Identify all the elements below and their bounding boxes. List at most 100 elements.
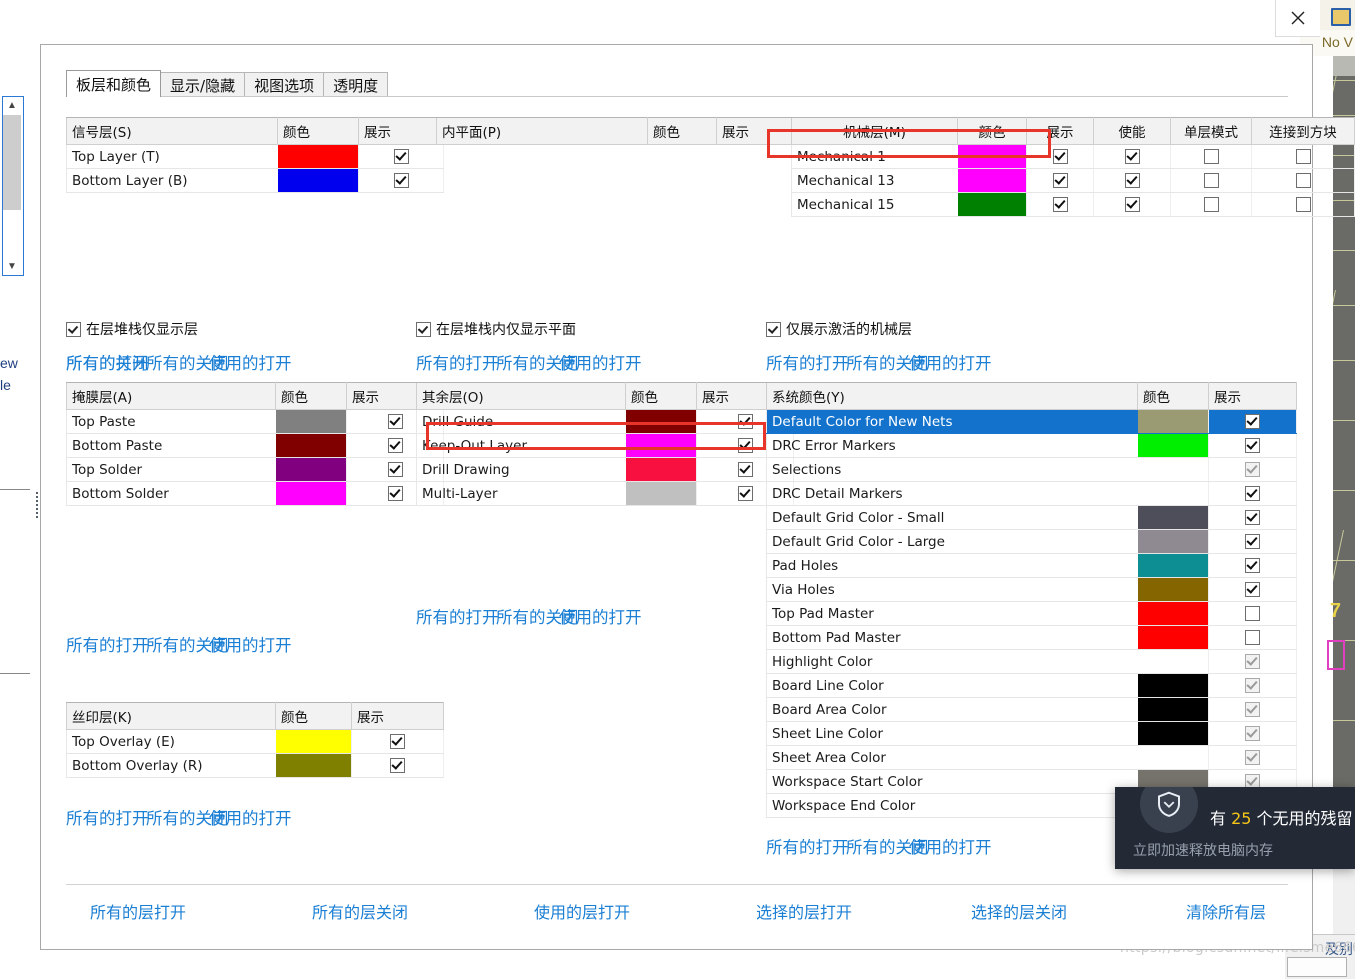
checkbox[interactable] [1245, 654, 1260, 669]
checkbox[interactable] [737, 414, 753, 429]
color-swatch[interactable] [625, 482, 696, 505]
color-swatch[interactable] [1138, 650, 1209, 673]
layer-enable-cell[interactable] [1093, 144, 1171, 169]
system-color-show-cell[interactable] [1208, 433, 1297, 458]
layer-color-cell[interactable] [625, 457, 697, 482]
system-color-cell[interactable] [1137, 721, 1209, 746]
color-swatch[interactable] [1137, 602, 1208, 625]
color-swatch[interactable] [1137, 530, 1208, 553]
layer-show-cell[interactable] [358, 144, 444, 169]
system-color-cell[interactable] [1137, 457, 1209, 482]
bottom-link-5[interactable]: 清除所有层 [1186, 899, 1266, 923]
layer-color-cell[interactable] [957, 168, 1027, 193]
system-color-cell[interactable] [1137, 673, 1209, 698]
checkbox[interactable] [1245, 534, 1260, 549]
table-row[interactable]: DRC Detail Markers [766, 481, 1297, 506]
board-icon[interactable] [1331, 8, 1351, 26]
color-swatch[interactable] [1138, 458, 1209, 481]
system-color-show-cell[interactable] [1208, 745, 1297, 770]
checkbox[interactable] [1203, 197, 1219, 212]
link-all-on[interactable]: 所有的打开 [66, 805, 149, 829]
link-used-on[interactable]: 使用的打开 [209, 350, 292, 374]
color-swatch[interactable] [1137, 506, 1208, 529]
table-row[interactable]: Top Layer (T) [66, 144, 444, 169]
link-all-on[interactable]: 所有的打开 [766, 350, 849, 374]
system-color-show-cell[interactable] [1208, 529, 1297, 554]
color-swatch[interactable] [277, 169, 358, 192]
table-row[interactable]: Top Solder [66, 457, 444, 482]
checkbox[interactable] [1245, 606, 1260, 621]
system-color-show-cell[interactable] [1208, 505, 1297, 530]
system-color-show-cell[interactable] [1208, 721, 1297, 746]
color-swatch[interactable] [957, 193, 1026, 216]
link-all-on[interactable]: 所有的打开 [66, 632, 149, 656]
checkbox[interactable] [1124, 173, 1140, 188]
checkbox[interactable] [387, 438, 403, 453]
system-color-show-cell[interactable] [1208, 457, 1297, 482]
layer-show-cell[interactable] [351, 753, 444, 778]
color-swatch[interactable] [1137, 554, 1208, 577]
link-used-on[interactable]: 使用的打开 [909, 350, 992, 374]
checkbox[interactable] [1245, 702, 1260, 717]
table-row[interactable]: Board Area Color [766, 697, 1297, 722]
checkbox[interactable] [1245, 750, 1260, 765]
checkbox[interactable] [1052, 173, 1068, 188]
tab-show-hide[interactable]: 显示/隐藏 [160, 72, 246, 97]
color-swatch[interactable] [625, 434, 696, 457]
color-swatch[interactable] [1138, 482, 1209, 505]
table-row[interactable]: Highlight Color [766, 649, 1297, 674]
bottom-link-4[interactable]: 选择的层关闭 [971, 899, 1067, 923]
layer-single-mode-cell[interactable] [1170, 144, 1252, 169]
checkbox[interactable] [1295, 197, 1311, 212]
layer-color-cell[interactable] [625, 481, 697, 506]
layer-color-cell[interactable] [957, 192, 1027, 217]
layer-enable-cell[interactable] [1093, 168, 1171, 193]
color-swatch[interactable] [1137, 722, 1208, 745]
layer-single-mode-cell[interactable] [1170, 168, 1252, 193]
table-row[interactable]: Sheet Line Color [766, 721, 1297, 746]
link-used-on[interactable]: 使用的打开 [909, 834, 992, 858]
color-swatch[interactable] [957, 145, 1026, 168]
color-swatch[interactable] [1137, 410, 1208, 433]
system-color-show-cell[interactable] [1208, 409, 1297, 434]
system-color-cell[interactable] [1137, 529, 1209, 554]
table-row[interactable]: Top Overlay (E) [66, 729, 444, 754]
pc-manager-toast[interactable]: 有 25 个无用的残留 立即加速释放电脑内存 [1115, 787, 1355, 869]
system-color-show-cell[interactable] [1208, 625, 1297, 650]
system-color-cell[interactable] [1137, 577, 1209, 602]
checkbox[interactable] [390, 734, 405, 749]
bottom-link-3[interactable]: 选择的层打开 [756, 899, 852, 923]
layer-show-cell[interactable] [358, 168, 444, 193]
color-swatch[interactable] [1138, 746, 1209, 769]
system-color-show-cell[interactable] [1208, 553, 1297, 578]
link-all-off[interactable]: 所有的关闭 [66, 350, 149, 374]
checkbox[interactable] [416, 321, 431, 337]
layer-enable-cell[interactable] [1093, 192, 1171, 217]
checkbox[interactable] [387, 414, 403, 429]
layer-single-mode-cell[interactable] [1170, 192, 1252, 217]
bottom-link-1[interactable]: 所有的层关闭 [312, 899, 408, 923]
checkbox[interactable] [390, 758, 405, 773]
system-color-cell[interactable] [1137, 433, 1209, 458]
scroll-down-icon[interactable]: ▼ [3, 258, 21, 275]
link-all-on[interactable]: 所有的打开 [416, 604, 499, 628]
checkbox[interactable] [737, 462, 753, 477]
checkbox[interactable] [1203, 149, 1219, 164]
table-row[interactable]: Sheet Area Color [766, 745, 1297, 770]
layer-color-cell[interactable] [275, 753, 352, 778]
layer-color-cell[interactable] [275, 729, 352, 754]
bottom-link-2[interactable]: 使用的层打开 [534, 899, 630, 923]
layer-show-cell[interactable] [351, 729, 444, 754]
table-row[interactable]: Bottom Pad Master [766, 625, 1297, 650]
layer-connect-cell[interactable] [1251, 144, 1355, 169]
status-button-1[interactable] [1287, 957, 1347, 977]
layer-show-cell[interactable] [1026, 168, 1094, 193]
link-used-on[interactable]: 使用的打开 [209, 805, 292, 829]
scroll-up-icon[interactable]: ▲ [3, 97, 21, 114]
layer-color-cell[interactable] [625, 433, 697, 458]
checkbox[interactable] [1245, 462, 1260, 477]
link-used-on[interactable]: 使用的打开 [209, 632, 292, 656]
system-color-cell[interactable] [1137, 601, 1209, 626]
table-row[interactable]: Top Pad Master [766, 601, 1297, 626]
table-row[interactable]: Default Grid Color - Small [766, 505, 1297, 530]
